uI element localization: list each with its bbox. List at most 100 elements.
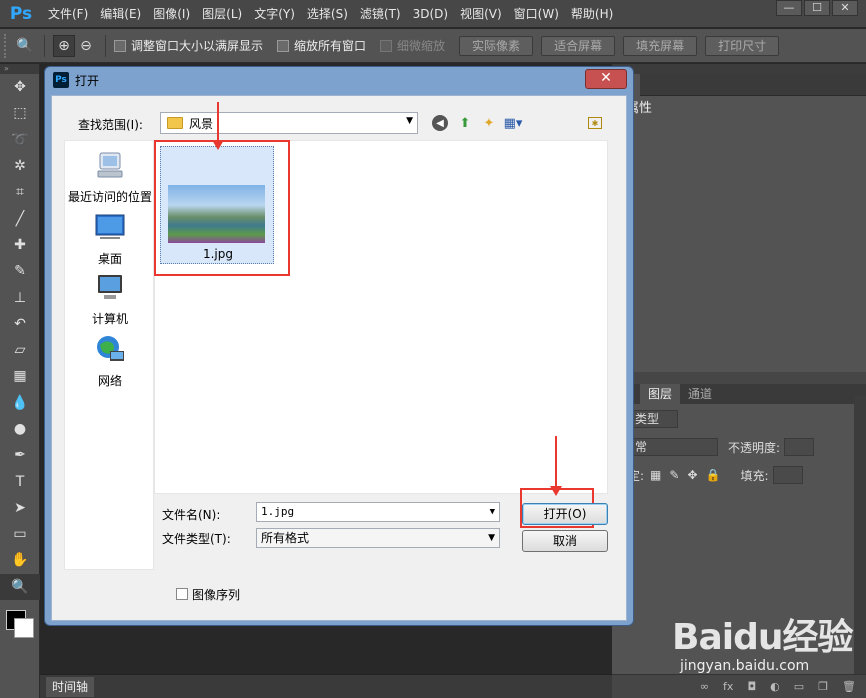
eraser-tool-icon[interactable]: ▱ xyxy=(0,337,40,363)
menu-file[interactable]: 文件(F) xyxy=(42,0,94,28)
zoom-tool-icon[interactable]: 🔍 xyxy=(14,35,36,57)
resize-windows-checkbox[interactable] xyxy=(114,39,126,52)
brush-tool-icon[interactable]: ✎ xyxy=(0,258,40,284)
layer-filter-row: 类型 xyxy=(628,408,678,430)
annotation-arrow-file xyxy=(212,102,224,150)
places-bar: 最近访问的位置 桌面 计算机 网络 xyxy=(64,140,154,570)
blur-tool-icon[interactable]: 💧 xyxy=(0,390,40,416)
toolbox-collapse[interactable]: » xyxy=(0,64,39,74)
folder-icon xyxy=(167,117,183,129)
type-tool-icon[interactable]: T xyxy=(0,468,40,494)
place-network[interactable]: 网络 xyxy=(65,333,155,389)
options-grip[interactable] xyxy=(4,33,8,58)
star-folder-icon[interactable]: ✱ xyxy=(588,117,602,129)
tab-channels[interactable]: 通道 xyxy=(680,384,720,404)
new-folder-icon[interactable]: ✦ xyxy=(480,114,498,132)
healing-brush-tool-icon[interactable]: ✚ xyxy=(0,232,40,258)
background-color-swatch[interactable] xyxy=(14,617,34,638)
menu-window[interactable]: 窗口(W) xyxy=(508,0,565,28)
resize-windows-label: 调整窗口大小以满屏显示 xyxy=(131,39,264,53)
marquee-tool-icon[interactable]: ⬚ xyxy=(0,100,40,126)
fill-label: 填充: xyxy=(740,468,769,483)
back-icon[interactable]: ◀ xyxy=(432,115,448,131)
zoom-all-label: 缩放所有窗口 xyxy=(294,39,367,53)
dialog-close-button[interactable]: ✕ xyxy=(585,69,627,89)
panel-collapse-strip[interactable] xyxy=(612,64,866,74)
fill-screen-button[interactable]: 填充屏幕 xyxy=(623,35,698,56)
opacity-input[interactable] xyxy=(784,438,815,456)
gradient-tool-icon[interactable]: ▦ xyxy=(0,363,40,389)
menu-edit[interactable]: 编辑(E) xyxy=(94,0,147,28)
filename-label: 文件名(N): xyxy=(162,508,221,522)
place-computer[interactable]: 计算机 xyxy=(65,271,155,327)
lock-move-icon[interactable]: ✥ xyxy=(687,468,697,482)
zoom-all-checkbox[interactable] xyxy=(277,39,290,52)
blend-mode-select[interactable]: 常 xyxy=(628,438,718,456)
dialog-titlebar[interactable]: Ps 打开 xyxy=(45,67,633,93)
crop-tool-icon[interactable]: ⌗ xyxy=(0,179,40,205)
place-desktop-label: 桌面 xyxy=(97,252,122,266)
filetype-label: 文件类型(T): xyxy=(162,532,231,546)
view-menu-icon[interactable]: ▦▾ xyxy=(504,114,523,132)
hand-tool-icon[interactable]: ✋ xyxy=(0,547,40,573)
scrubby-zoom-checkbox[interactable] xyxy=(380,39,393,52)
look-in-label: 查找范围(I): xyxy=(78,118,143,132)
menu-view[interactable]: 视图(V) xyxy=(454,0,508,28)
tab-timeline[interactable]: 时间轴 xyxy=(46,677,95,697)
maximize-button[interactable]: ☐ xyxy=(804,0,830,16)
look-in-select[interactable]: 风景 ▼ xyxy=(160,112,418,134)
fit-screen-button[interactable]: 适合屏幕 xyxy=(541,35,616,56)
menu-bar: Ps 文件(F) 编辑(E) 图像(I) 图层(L) 文字(Y) 选择(S) 滤… xyxy=(0,0,866,28)
move-tool-icon[interactable]: ✥ xyxy=(0,74,40,100)
magic-wand-tool-icon[interactable]: ✲ xyxy=(0,153,40,179)
history-brush-tool-icon[interactable]: ↶ xyxy=(0,311,40,337)
rectangle-tool-icon[interactable]: ▭ xyxy=(0,521,40,547)
photoshop-logo: Ps xyxy=(9,3,33,24)
place-desktop[interactable]: 桌面 xyxy=(65,211,155,267)
desktop-icon xyxy=(95,214,125,239)
print-size-button[interactable]: 打印尺寸 xyxy=(705,35,780,56)
menu-filter[interactable]: 滤镜(T) xyxy=(354,0,407,28)
lock-all-icon[interactable]: 🔒 xyxy=(706,468,721,482)
path-selection-tool-icon[interactable]: ➤ xyxy=(0,495,40,521)
properties-panel-body xyxy=(612,122,866,372)
open-button[interactable]: 打开(O) xyxy=(522,503,608,525)
zoom-in-icon[interactable]: ⊕ xyxy=(53,34,75,57)
actual-pixels-button[interactable]: 实际像素 xyxy=(459,35,534,56)
tab-layers[interactable]: 图层 xyxy=(640,384,681,404)
lock-brush-icon[interactable]: ✎ xyxy=(669,468,679,482)
place-recent[interactable]: 最近访问的位置 xyxy=(65,149,155,205)
filename-input[interactable]: 1.jpg ▼ xyxy=(256,502,500,522)
place-recent-label: 最近访问的位置 xyxy=(67,190,152,204)
highlight-file-box xyxy=(154,140,290,276)
menu-layer[interactable]: 图层(L) xyxy=(196,0,248,28)
dodge-tool-icon[interactable]: ● xyxy=(0,416,40,442)
close-app-button[interactable]: ✕ xyxy=(832,0,858,16)
color-swatches[interactable] xyxy=(0,600,40,646)
minimize-button[interactable]: — xyxy=(776,0,802,16)
menu-type[interactable]: 文字(Y) xyxy=(248,0,301,28)
zoom-tool-icon[interactable]: 🔍 xyxy=(0,573,40,600)
menu-select[interactable]: 选择(S) xyxy=(301,0,354,28)
up-folder-icon[interactable]: ⬆ xyxy=(456,114,474,132)
blend-row: 常 不透明度: xyxy=(628,436,815,458)
chevron-down-icon[interactable]: ▼ xyxy=(490,503,495,521)
scrubby-zoom-label: 细微缩放 xyxy=(397,39,446,53)
menu-3d[interactable]: 3D(D) xyxy=(407,0,454,28)
pen-tool-icon[interactable]: ✒ xyxy=(0,442,40,468)
filetype-select[interactable]: 所有格式 ▼ xyxy=(256,528,500,548)
layer-kind-select[interactable]: 类型 xyxy=(628,410,678,428)
lasso-tool-icon[interactable]: ➰ xyxy=(0,127,40,153)
ps-app-icon: Ps xyxy=(53,72,69,88)
filetype-value: 所有格式 xyxy=(261,531,310,545)
properties-header: 属性 xyxy=(612,96,866,122)
menu-image[interactable]: 图像(I) xyxy=(147,0,196,28)
fill-input[interactable] xyxy=(772,466,803,484)
image-sequence-checkbox[interactable] xyxy=(176,588,188,600)
menu-help[interactable]: 帮助(H) xyxy=(565,0,619,28)
eyedropper-tool-icon[interactable]: ╱ xyxy=(0,205,40,231)
cancel-button[interactable]: 取消 xyxy=(522,530,608,552)
zoom-out-icon[interactable]: ⊖ xyxy=(75,35,97,57)
lock-transparent-icon[interactable]: ▦ xyxy=(650,468,661,482)
stamp-tool-icon[interactable]: ⊥ xyxy=(0,284,40,310)
